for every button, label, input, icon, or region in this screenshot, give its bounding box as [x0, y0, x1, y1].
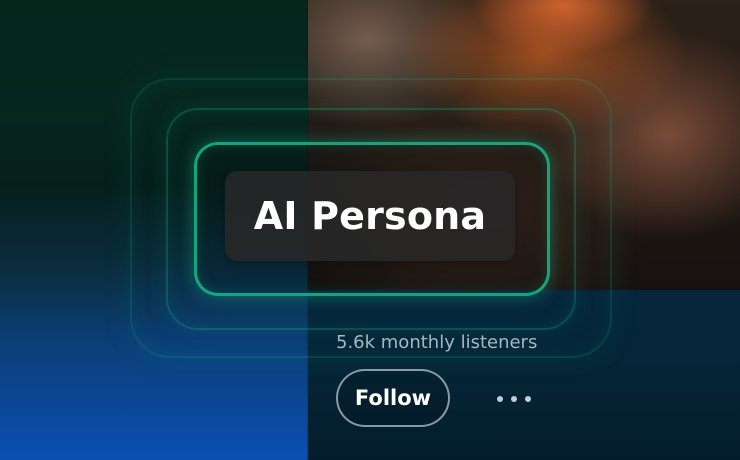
follow-button[interactable]: Follow [336, 369, 450, 427]
more-horizontal-icon [511, 396, 517, 402]
more-options-button[interactable] [486, 382, 542, 416]
monthly-listeners: 5.6k monthly listeners [336, 332, 538, 353]
artist-name: AI Persona [253, 194, 487, 238]
more-horizontal-icon [497, 396, 503, 402]
artist-header: AI Persona 5.6k monthly listeners Follow [0, 0, 740, 460]
more-horizontal-icon [525, 396, 531, 402]
